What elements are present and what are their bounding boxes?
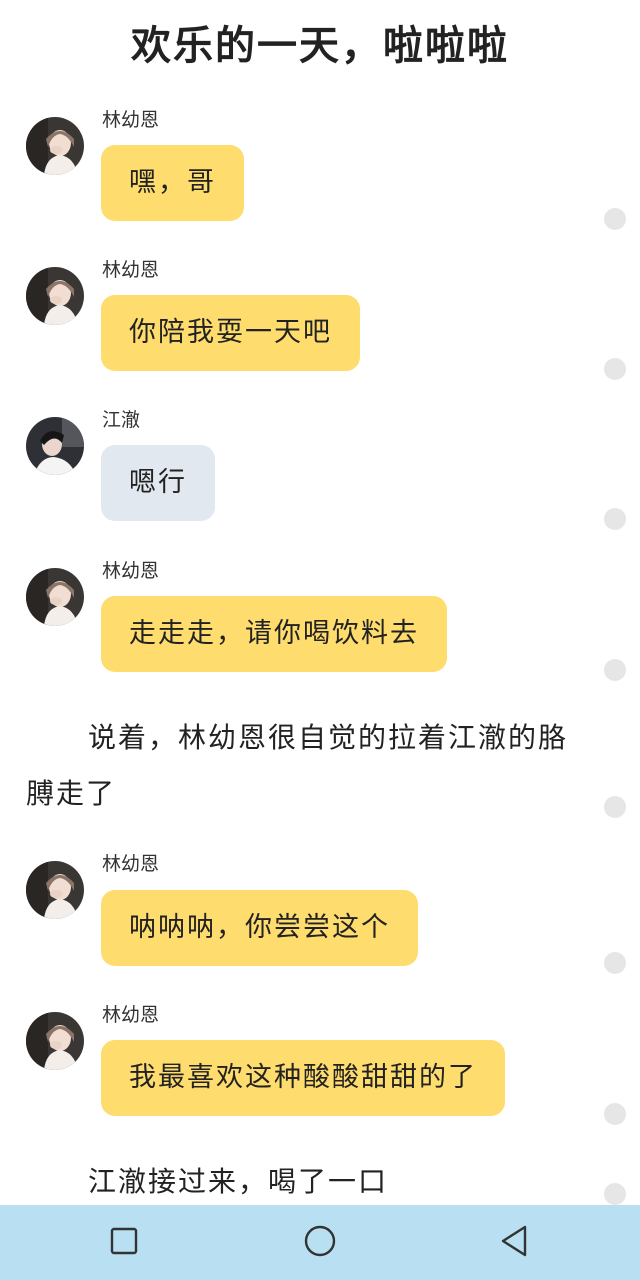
girl-avatar[interactable] (26, 117, 84, 175)
scroll-dot (604, 1183, 626, 1205)
message-bubble[interactable]: 走走走，请你喝饮料去 (101, 596, 447, 672)
sender-name: 林幼恩 (102, 1004, 160, 1026)
system-nav-bar (0, 1205, 640, 1280)
message-bubble[interactable]: 嘿，哥 (101, 145, 244, 221)
sender-name: 江澈 (102, 409, 141, 431)
sender-name: 林幼恩 (102, 259, 160, 281)
recents-button[interactable] (104, 1223, 144, 1263)
narration-text: 江澈接过来，喝了一口 (88, 1165, 389, 1198)
sender-name: 林幼恩 (102, 560, 160, 582)
page-title: 欢乐的一天，啦啦啦 (131, 22, 509, 69)
scroll-dot (604, 1103, 626, 1125)
scroll-dot (604, 508, 626, 530)
message-bubble[interactable]: 你陪我耍一天吧 (101, 295, 360, 371)
message-bubble[interactable]: 呐呐呐，你尝尝这个 (101, 890, 418, 966)
scroll-dot (604, 796, 626, 818)
sender-name: 林幼恩 (102, 853, 160, 875)
girl-avatar[interactable] (26, 1012, 84, 1070)
girl-avatar[interactable] (26, 568, 84, 626)
scroll-dot (604, 208, 626, 230)
narration-text: 说着，林幼恩很自觉的拉着江澈的胳膊走了 (26, 721, 569, 810)
triangle-back-icon (499, 1225, 529, 1261)
home-button[interactable] (300, 1223, 340, 1263)
girl-avatar[interactable] (26, 267, 84, 325)
circle-icon (304, 1225, 336, 1261)
scroll-dot (604, 358, 626, 380)
scroll-dot (604, 952, 626, 974)
square-icon (110, 1227, 138, 1259)
sender-name: 林幼恩 (102, 109, 160, 131)
scroll-dot (604, 659, 626, 681)
boy-avatar[interactable] (26, 417, 84, 475)
message-bubble[interactable]: 我最喜欢这种酸酸甜甜的了 (101, 1040, 505, 1116)
girl-avatar[interactable] (26, 861, 84, 919)
message-bubble[interactable]: 嗯行 (101, 445, 215, 521)
back-button[interactable] (494, 1223, 534, 1263)
